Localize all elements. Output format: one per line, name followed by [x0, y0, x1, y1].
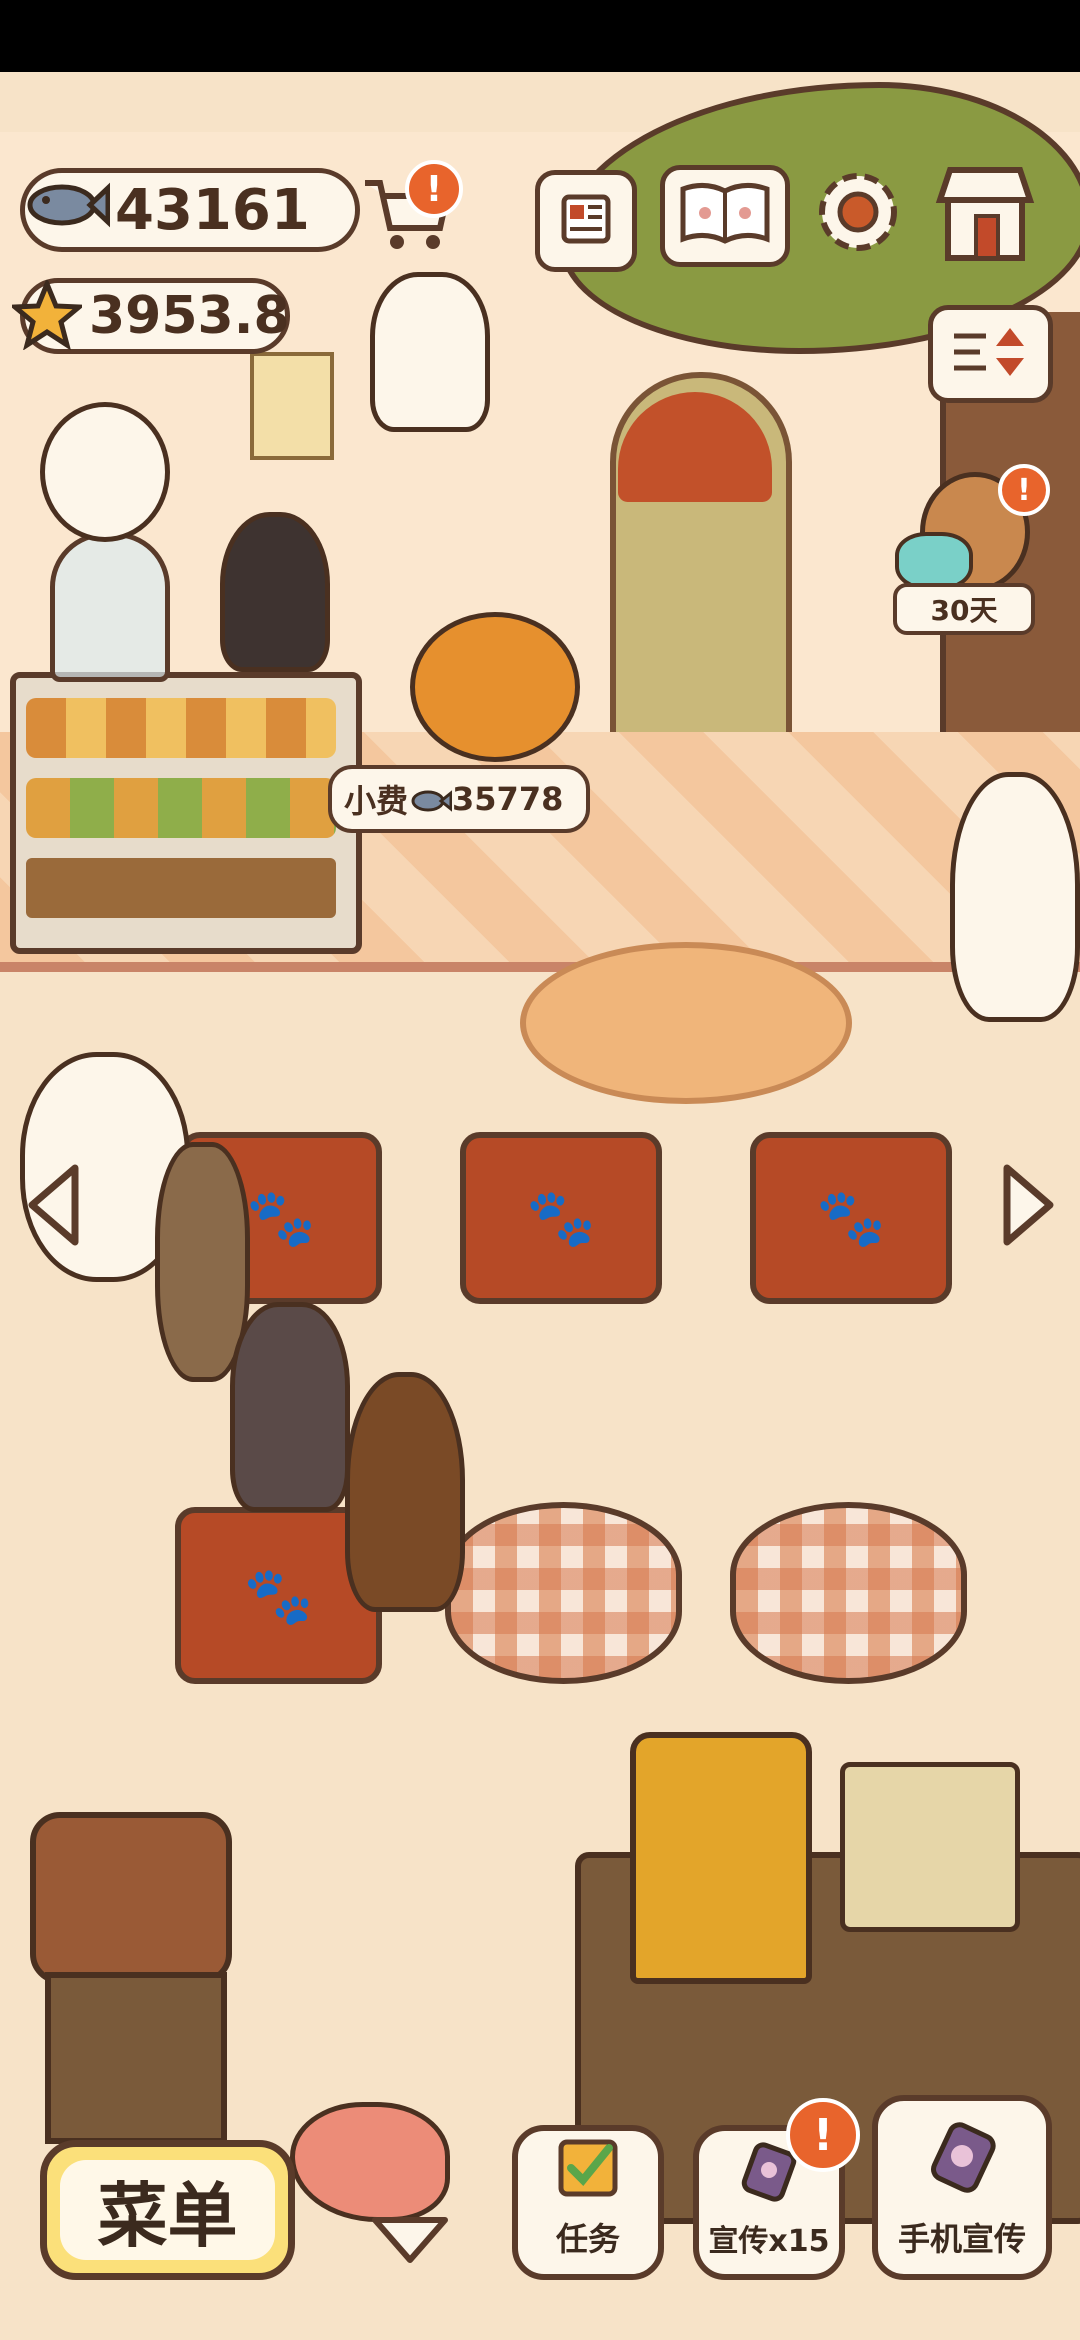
tip-label: 小费: [344, 782, 409, 820]
deer-timer-pill: 30天: [893, 583, 1035, 635]
recipe-book-icon: [675, 179, 775, 253]
left-arrow-button[interactable]: [20, 1160, 90, 1250]
promote-label: 宣传x15: [708, 2224, 830, 2259]
table-back-2[interactable]: 🐾: [460, 1132, 662, 1304]
down-arrow-icon: [365, 2217, 455, 2274]
tip-amount: 35778: [452, 780, 564, 818]
fish-icon: [20, 170, 111, 240]
menu-button[interactable]: 菜单: [40, 2140, 295, 2280]
right-arrow-button[interactable]: [992, 1160, 1062, 1250]
tip-fish-icon: [408, 785, 453, 813]
recipe-book-button[interactable]: [660, 165, 790, 267]
coffee-bags: [840, 1762, 1020, 1932]
shop-icon: [930, 167, 1040, 269]
left-arrow-icon: [20, 1164, 90, 1254]
lucky-cat-statue: [370, 272, 490, 432]
notice-board: [250, 352, 334, 460]
coffee-machine: [630, 1732, 812, 1984]
table-back-3[interactable]: 🐾: [750, 1132, 952, 1304]
settings-button[interactable]: [808, 162, 908, 262]
deer-alert-badge: !: [998, 464, 1050, 516]
promote-alert-badge: !: [786, 2098, 860, 2172]
barrel: [30, 1812, 232, 1984]
flower-petal-decoration: [290, 2102, 450, 2222]
star-icon: [8, 277, 86, 351]
sort-toggle-icon: [946, 322, 1036, 386]
black-cat-waiter: [220, 512, 330, 672]
paw-print-icon: 🐾: [526, 1186, 596, 1251]
pastry-display-case: [10, 672, 362, 954]
shop-button[interactable]: [930, 160, 1040, 265]
sort-toggle-button[interactable]: [928, 305, 1053, 403]
checklist-icon: [553, 2132, 623, 2210]
paw-print-icon: 🐾: [816, 1186, 886, 1251]
tasks-label: 任务: [555, 2220, 620, 2258]
phone-promote-button[interactable]: 手机宣传: [872, 2095, 1052, 2280]
star-currency-value: 3953.8: [89, 286, 290, 346]
status-bar: [0, 0, 1080, 72]
right-arrow-icon: [992, 1164, 1062, 1254]
settings-gear-icon: [808, 173, 908, 266]
white-cat-customer: [950, 772, 1080, 1022]
cart-alert-badge: !: [405, 160, 463, 218]
pumpkin-chef: [410, 612, 580, 762]
tip-bubble[interactable]: 小费 35778: [328, 765, 590, 833]
collapse-button[interactable]: [365, 2210, 455, 2270]
table-front-2[interactable]: [445, 1502, 682, 1684]
cafe-scene: 🐾 🐾 🐾 🐾: [0, 72, 1080, 2340]
fish-currency-value: 43161: [115, 177, 310, 243]
newspaper-button[interactable]: [535, 170, 637, 272]
owl-shopkeeper: [40, 402, 170, 542]
cake-dome: [50, 532, 170, 682]
phone-promo-icon: [922, 2118, 1002, 2206]
barrel-stand: [45, 1972, 227, 2144]
phone-promote-label: 手机宣传: [897, 2220, 1026, 2258]
gift-bow-icon: [895, 532, 973, 590]
wolf-customer: [230, 1302, 350, 1512]
table-front-3[interactable]: [730, 1502, 967, 1684]
cat-rug: [520, 942, 852, 1104]
deer-timer-label: 30天: [930, 594, 998, 627]
bear-customer: [345, 1372, 465, 1612]
menu-label: 菜单: [97, 2174, 238, 2257]
newspaper-icon: [556, 189, 616, 253]
tasks-button[interactable]: 任务: [512, 2125, 664, 2280]
